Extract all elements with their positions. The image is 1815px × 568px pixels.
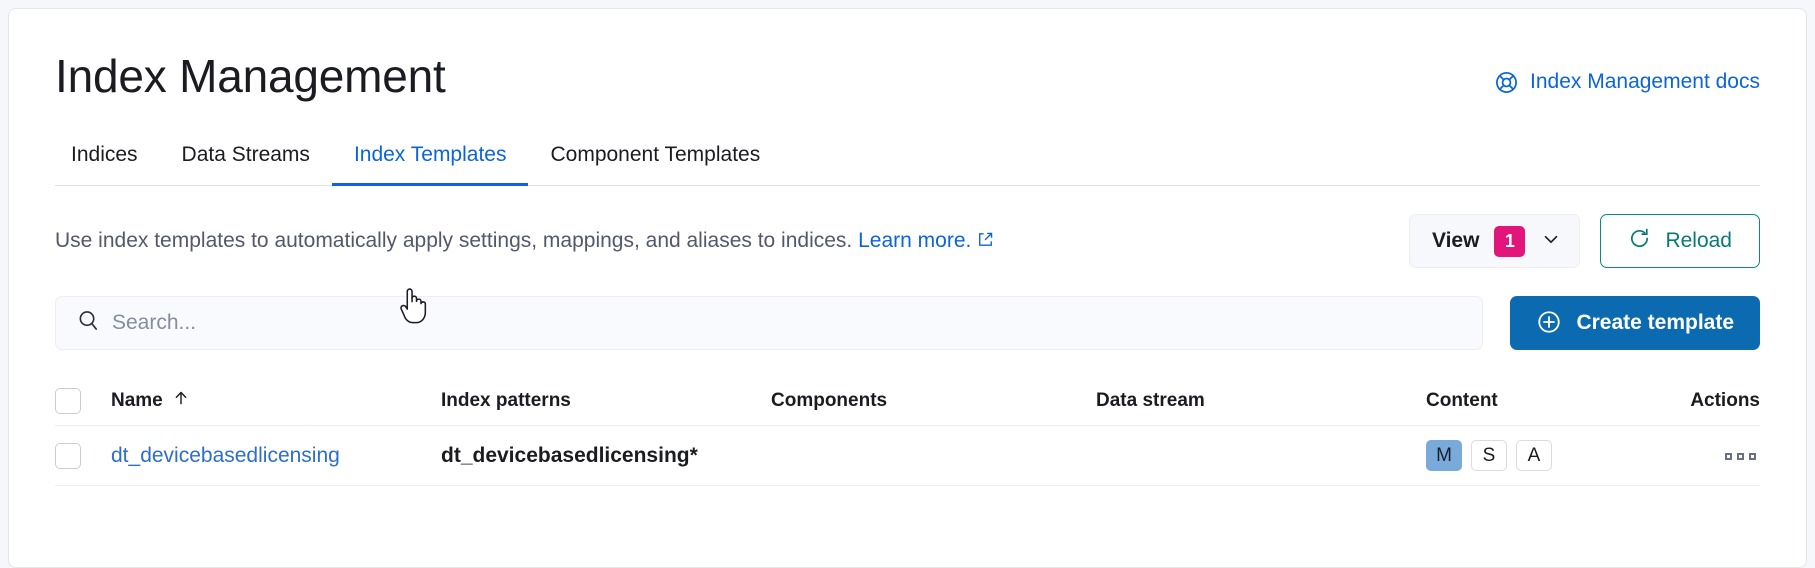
search-icon <box>76 308 101 338</box>
plus-in-circle-icon <box>1536 309 1562 338</box>
reload-button-label: Reload <box>1665 229 1732 252</box>
refresh-icon <box>1628 227 1651 255</box>
column-header-name[interactable]: Name <box>111 389 441 413</box>
page-header: Index Management Index Management docs <box>55 9 1760 105</box>
index-pattern-value: dt_devicebasedlicensing* <box>441 443 698 467</box>
column-header-name-label: Name <box>111 389 163 411</box>
search-input[interactable] <box>112 311 1483 335</box>
toolbar-actions: View 1 Reload <box>1408 214 1760 268</box>
column-header-content[interactable]: Content <box>1426 390 1640 412</box>
tab-bar: Indices Data Streams Index Templates Com… <box>55 142 1760 186</box>
index-templates-table: Name Index patterns Components Data stre… <box>55 376 1760 486</box>
create-template-button[interactable]: Create template <box>1510 296 1760 350</box>
arrow-up-icon <box>172 389 190 413</box>
content-badge-mappings[interactable]: M <box>1426 440 1462 471</box>
tab-data-streams[interactable]: Data Streams <box>160 142 332 186</box>
cell-content: M S A <box>1426 440 1640 471</box>
table-header-row: Name Index patterns Components Data stre… <box>55 376 1760 426</box>
more-actions-icon[interactable] <box>1725 452 1760 460</box>
select-all-checkbox[interactable] <box>55 387 81 414</box>
column-header-data-stream[interactable]: Data stream <box>1096 390 1426 412</box>
tab-indices[interactable]: Indices <box>55 142 160 186</box>
content-badge-settings[interactable]: S <box>1471 440 1507 471</box>
row-select-checkbox[interactable] <box>55 442 81 469</box>
column-header-index-patterns[interactable]: Index patterns <box>441 390 771 412</box>
index-management-docs-link[interactable]: Index Management docs <box>1494 69 1760 95</box>
row-select-cell <box>55 442 111 469</box>
table-row: dt_devicebasedlicensing dt_devicebasedli… <box>55 426 1760 486</box>
content-badge-aliases[interactable]: A <box>1516 440 1552 471</box>
column-header-actions: Actions <box>1690 389 1760 411</box>
cell-actions <box>1640 447 1760 465</box>
reload-button[interactable]: Reload <box>1600 214 1760 268</box>
view-filter-count-badge: 1 <box>1494 225 1526 257</box>
content-badges: M S A <box>1426 440 1640 471</box>
select-all-cell <box>55 387 111 414</box>
tab-index-templates[interactable]: Index Templates <box>331 142 529 186</box>
index-management-docs-label: Index Management docs <box>1530 70 1760 93</box>
cell-name: dt_devicebasedlicensing <box>111 444 441 468</box>
create-template-label: Create template <box>1576 311 1734 334</box>
description-sentence: Use index templates to automatically app… <box>55 228 853 252</box>
cell-index-patterns: dt_devicebasedlicensing* <box>441 444 771 468</box>
template-name-link[interactable]: dt_devicebasedlicensing <box>111 444 340 467</box>
learn-more-link[interactable]: Learn more. <box>858 229 971 252</box>
external-link-icon <box>977 227 994 257</box>
help-lifering-icon <box>1494 70 1519 95</box>
search-field-wrapper[interactable] <box>55 296 1484 350</box>
column-header-components[interactable]: Components <box>771 390 1096 412</box>
chevron-down-icon <box>1540 228 1562 255</box>
description-toolbar-row: Use index templates to automatically app… <box>55 214 1760 268</box>
description-text: Use index templates to automatically app… <box>55 226 994 257</box>
tab-component-templates[interactable]: Component Templates <box>528 142 782 186</box>
search-row: Create template <box>55 296 1760 350</box>
index-management-panel: Index Management Index Management docs I… <box>8 8 1807 568</box>
page-title: Index Management <box>55 50 446 102</box>
view-button[interactable]: View 1 <box>1408 214 1581 268</box>
view-button-label: View <box>1431 229 1480 252</box>
